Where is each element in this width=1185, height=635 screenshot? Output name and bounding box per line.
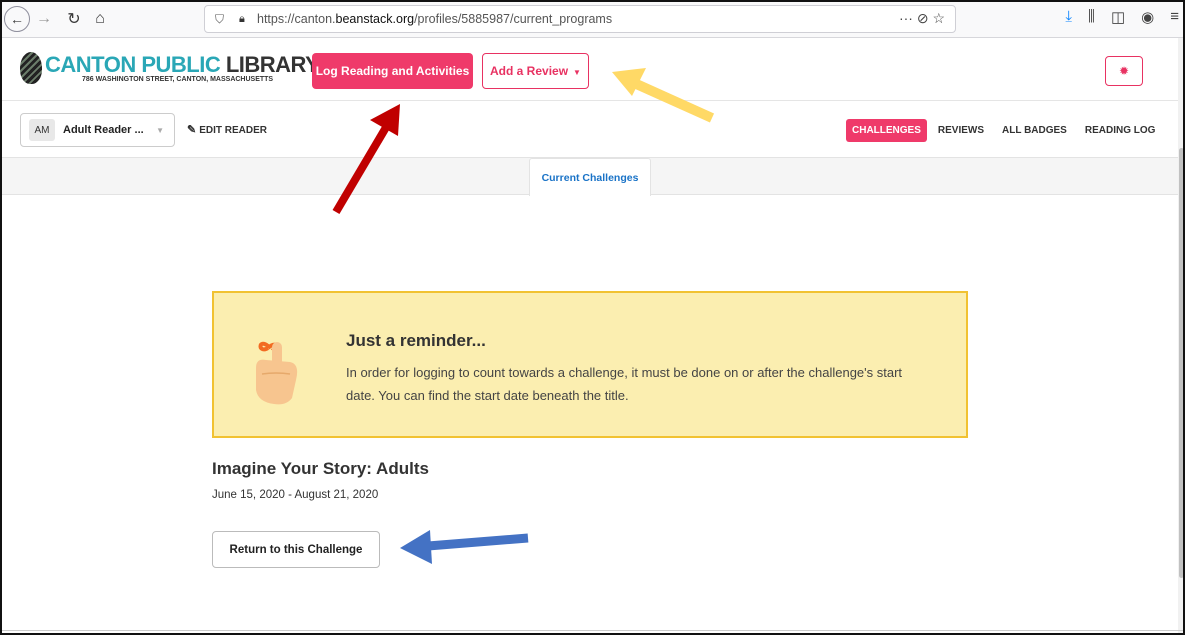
forward-arrow-icon[interactable]: → bbox=[35, 6, 53, 32]
log-reading-button[interactable]: Log Reading and Activities bbox=[312, 53, 473, 89]
pencil-icon: ✎ bbox=[187, 124, 197, 136]
page-actions[interactable]: ··· ⊘ ☆ bbox=[899, 10, 945, 27]
add-review-button[interactable]: Add a Review ▼ bbox=[482, 53, 589, 89]
library-logo[interactable]: CANTON PUBLIC LIBRARY bbox=[45, 52, 320, 78]
reader-name: Adult Reader ... bbox=[63, 124, 144, 136]
pinecone-logo-icon[interactable] bbox=[20, 52, 42, 84]
reminder-box: Just a reminder... In order for logging … bbox=[212, 291, 968, 438]
browser-toolbar: ← → ↻ ⌂ ⛉ 🔒︎ https://canton.beanstack.or… bbox=[0, 0, 1185, 38]
back-arrow-icon[interactable]: ← bbox=[4, 6, 30, 32]
tab-reading-log[interactable]: READING LOG bbox=[1085, 125, 1156, 136]
tab-reviews[interactable]: REVIEWS bbox=[938, 125, 984, 136]
tab-challenges[interactable]: CHALLENGES bbox=[846, 119, 927, 142]
challenge-tab-strip: Current Challenges bbox=[0, 157, 1178, 196]
scrollbar[interactable] bbox=[1178, 38, 1185, 635]
sidebar-icon[interactable]: ◫ bbox=[1111, 8, 1125, 26]
menu-icon[interactable]: ≡ bbox=[1170, 8, 1179, 26]
finger-ribbon-icon bbox=[256, 341, 298, 405]
account-icon[interactable]: ◉ bbox=[1141, 8, 1154, 26]
edit-reader-link[interactable]: ✎ EDIT READER bbox=[187, 123, 267, 136]
reload-icon[interactable]: ↻ bbox=[64, 6, 84, 32]
tab-all-badges[interactable]: ALL BADGES bbox=[1002, 125, 1067, 136]
challenge-dates: June 15, 2020 - August 21, 2020 bbox=[212, 489, 379, 501]
toolbar-icons: ⤓ ⫼ ◫ ◉ ≡ bbox=[1065, 8, 1179, 26]
shield-icon: ⛉ bbox=[215, 11, 225, 26]
reader-bar: AM Adult Reader ... ▼ ✎ EDIT READER CHALL… bbox=[0, 101, 1178, 157]
return-to-challenge-button[interactable]: Return to this Challenge bbox=[212, 531, 380, 568]
blue-arrow bbox=[400, 530, 529, 564]
library-icon[interactable]: ⫼ bbox=[1088, 8, 1095, 26]
tab-current-challenges[interactable]: Current Challenges bbox=[529, 158, 651, 196]
caret-down-icon: ▼ bbox=[573, 68, 581, 77]
avatar: AM bbox=[29, 119, 55, 141]
download-icon[interactable]: ⤓ bbox=[1065, 8, 1072, 26]
home-icon[interactable]: ⌂ bbox=[90, 6, 110, 32]
app-header: CANTON PUBLIC LIBRARY 786 WASHINGTON STR… bbox=[0, 38, 1178, 101]
profile-tabs: CHALLENGES REVIEWS ALL BADGES READING LO… bbox=[846, 119, 1173, 142]
reader-select[interactable]: AM Adult Reader ... ▼ bbox=[20, 113, 175, 147]
reminder-text: In order for logging to count towards a … bbox=[346, 365, 903, 403]
challenge-title: Imagine Your Story: Adults bbox=[212, 459, 429, 478]
reminder-title: Just a reminder... bbox=[346, 331, 486, 350]
lock-icon: 🔒︎ bbox=[239, 12, 245, 25]
url-text: https://canton.beanstack.org/profiles/58… bbox=[257, 12, 613, 26]
gear-icon[interactable]: ✹ bbox=[1105, 56, 1143, 86]
library-address: 786 WASHINGTON STREET, CANTON, MASSACHUS… bbox=[82, 76, 274, 83]
caret-down-icon: ▼ bbox=[156, 125, 164, 135]
address-bar[interactable]: ⛉ 🔒︎ https://canton.beanstack.org/profil… bbox=[204, 5, 956, 33]
scroll-thumb[interactable] bbox=[1179, 148, 1184, 578]
divider bbox=[0, 630, 1185, 631]
